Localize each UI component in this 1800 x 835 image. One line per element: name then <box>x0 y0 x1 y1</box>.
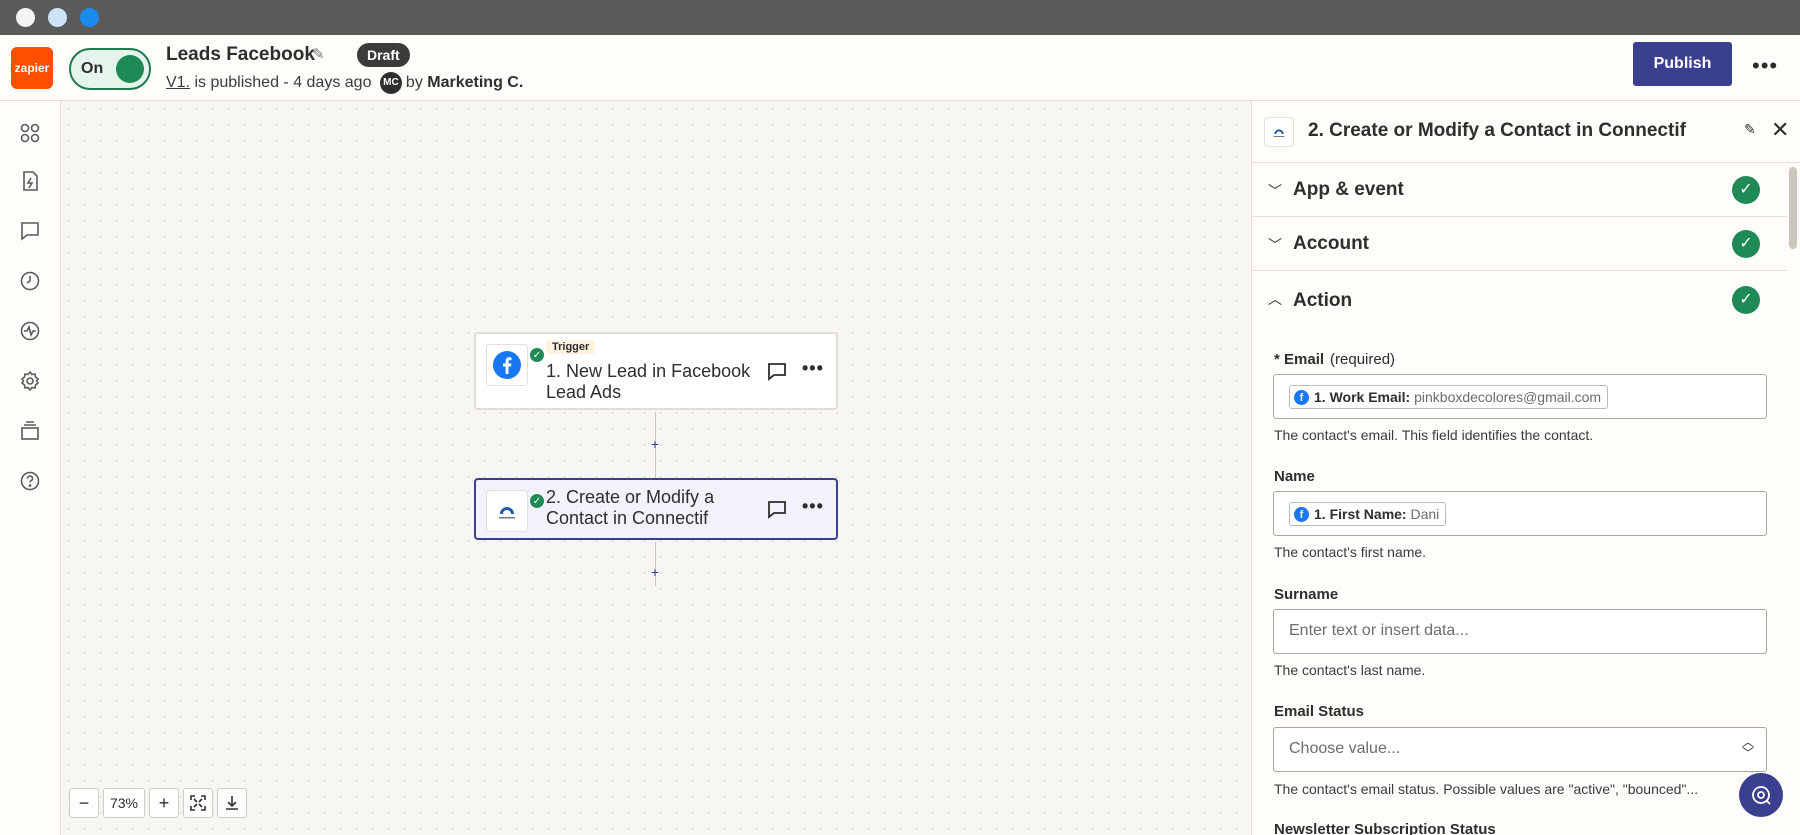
surname-field[interactable] <box>1273 609 1767 654</box>
pencil-icon[interactable]: ✎ <box>312 45 325 63</box>
comment-icon[interactable] <box>18 219 42 243</box>
zoom-level: 73% <box>103 788 145 818</box>
check-icon: ✓ <box>529 347 545 363</box>
avatar: MC <box>379 72 402 94</box>
surname-help-text: The contact's last name. <box>1274 662 1426 678</box>
window-maximize-dot[interactable] <box>80 8 99 27</box>
connectif-icon: ✓ <box>486 490 545 532</box>
check-circle-icon: ✓ <box>1732 230 1760 258</box>
email-label-text: * Email <box>1274 351 1325 368</box>
email-field-label: * Email (required) <box>1274 351 1395 368</box>
section-account[interactable]: ﹀ Account ✓ <box>1252 217 1787 271</box>
panel-title: 2. Create or Modify a Contact in Connect… <box>1308 120 1686 141</box>
facebook-icon: f <box>1294 390 1309 405</box>
file-bolt-icon[interactable] <box>18 169 42 193</box>
window-minimize-dot[interactable] <box>48 8 67 27</box>
layers-icon[interactable] <box>18 419 42 443</box>
newsletter-field-label: Newsletter Subscription Status <box>1274 821 1496 835</box>
add-step-plus-icon[interactable]: + <box>648 565 662 579</box>
publish-button[interactable]: Publish <box>1633 42 1732 86</box>
apps-icon[interactable] <box>18 121 42 145</box>
section-label: Action <box>1293 290 1353 311</box>
step-more-icon[interactable]: ••• <box>802 496 824 517</box>
window-close-dot[interactable] <box>16 8 35 27</box>
help-chat-icon[interactable] <box>1739 773 1783 817</box>
toggle-knob <box>116 55 144 83</box>
section-label: Account <box>1293 233 1369 254</box>
select-value: Choose value... <box>1289 740 1401 757</box>
published-text: is published - 4 days ago <box>194 74 372 92</box>
pill-key: 1. First Name: <box>1314 506 1407 522</box>
select-arrows-icon: ︿ ﹀ <box>1741 735 1754 760</box>
step-title: 2. Create or Modify a Contact in Connect… <box>546 487 715 528</box>
fit-to-screen-icon[interactable] <box>183 788 213 818</box>
check-icon: ✓ <box>529 493 545 509</box>
zoom-in-button[interactable]: + <box>149 788 179 818</box>
section-action[interactable]: ︿ Action ✓ <box>1252 271 1787 329</box>
window-titlebar <box>0 0 1800 35</box>
step-card-action[interactable]: ✓ 2. Create or Modify a Contact in Conne… <box>474 478 838 540</box>
required-note: (required) <box>1330 351 1396 368</box>
draft-badge: Draft <box>357 43 410 67</box>
panel-header: 2. Create or Modify a Contact in Connect… <box>1252 101 1800 163</box>
check-circle-icon: ✓ <box>1732 176 1760 204</box>
zoom-out-button[interactable]: − <box>69 788 99 818</box>
workflow-canvas[interactable]: ✓ Trigger 1. New Lead in Facebook Lead A… <box>61 101 1251 835</box>
email-field[interactable]: f 1. Work Email: pinkboxdecolores@gmail.… <box>1273 374 1767 419</box>
email-help-text: The contact's email. This field identifi… <box>1274 427 1594 443</box>
name-field[interactable]: f 1. First Name: Dani <box>1273 491 1767 536</box>
chevron-down-icon: ﹀ <box>1268 237 1282 253</box>
trigger-tag: Trigger <box>546 340 596 354</box>
comment-icon[interactable] <box>766 499 788 521</box>
pill-key: 1. Work Email: <box>1314 389 1411 405</box>
publish-status: V1. is published - 4 days ago MC by Marke… <box>166 72 523 94</box>
chevron-up-icon: ︿ <box>1268 291 1282 307</box>
email-status-help-text: The contact's email status. Possible val… <box>1274 781 1699 797</box>
close-icon[interactable]: ✕ <box>1771 117 1789 143</box>
chevron-down-icon: ﹀ <box>1268 183 1282 199</box>
pill-value: Dani <box>1410 506 1440 522</box>
name-help-text: The contact's first name. <box>1274 544 1427 560</box>
history-icon[interactable] <box>18 269 42 293</box>
facebook-icon: ✓ <box>486 344 545 386</box>
surname-field-label: Surname <box>1274 586 1339 603</box>
pill-value: pinkboxdecolores@gmail.com <box>1414 389 1602 405</box>
connectif-icon <box>1264 117 1294 147</box>
comment-icon[interactable] <box>766 361 788 383</box>
email-status-select[interactable]: Choose value... ︿ ﹀ <box>1273 727 1767 772</box>
step-more-icon[interactable]: ••• <box>802 358 824 379</box>
step-config-panel: 2. Create or Modify a Contact in Connect… <box>1251 101 1800 835</box>
step-card-trigger[interactable]: ✓ Trigger 1. New Lead in Facebook Lead A… <box>474 332 838 410</box>
more-options-icon[interactable]: ••• <box>1752 53 1778 79</box>
toggle-label: On <box>81 60 104 77</box>
mapped-data-pill[interactable]: f 1. First Name: Dani <box>1289 502 1447 526</box>
zoom-controls: − 73% + <box>69 788 247 818</box>
settings-icon[interactable] <box>18 369 42 393</box>
zapier-logo[interactable]: zapier <box>11 47 53 89</box>
section-label: App & event <box>1293 179 1404 200</box>
mapped-data-pill[interactable]: f 1. Work Email: pinkboxdecolores@gmail.… <box>1289 385 1609 409</box>
panel-scrollbar[interactable] <box>1789 165 1797 835</box>
facebook-icon: f <box>1294 507 1309 522</box>
check-circle-icon: ✓ <box>1732 286 1760 314</box>
surname-input[interactable] <box>1289 622 1749 640</box>
section-app-event[interactable]: ﹀ App & event ✓ <box>1252 163 1787 217</box>
author-name: Marketing C. <box>427 74 524 92</box>
activity-icon[interactable] <box>18 319 42 343</box>
name-field-label: Name <box>1274 468 1315 485</box>
zap-on-toggle[interactable]: On <box>69 48 151 90</box>
step-title: 1. New Lead in Facebook Lead Ads <box>546 361 751 402</box>
edit-pencil-icon[interactable]: ✎ <box>1744 121 1756 138</box>
scroll-thumb[interactable] <box>1789 167 1797 249</box>
add-step-plus-icon[interactable]: + <box>648 437 662 451</box>
help-icon[interactable] <box>18 469 42 493</box>
zap-title[interactable]: Leads Facebook <box>166 44 315 66</box>
editor-header: zapier On Leads Facebook ✎ Draft V1. is … <box>0 35 1800 101</box>
version-link[interactable]: V1. <box>166 74 190 91</box>
left-sidebar <box>0 101 61 835</box>
by-text: by <box>405 74 423 92</box>
email-status-field-label: Email Status <box>1274 703 1365 720</box>
download-icon[interactable] <box>217 788 247 818</box>
